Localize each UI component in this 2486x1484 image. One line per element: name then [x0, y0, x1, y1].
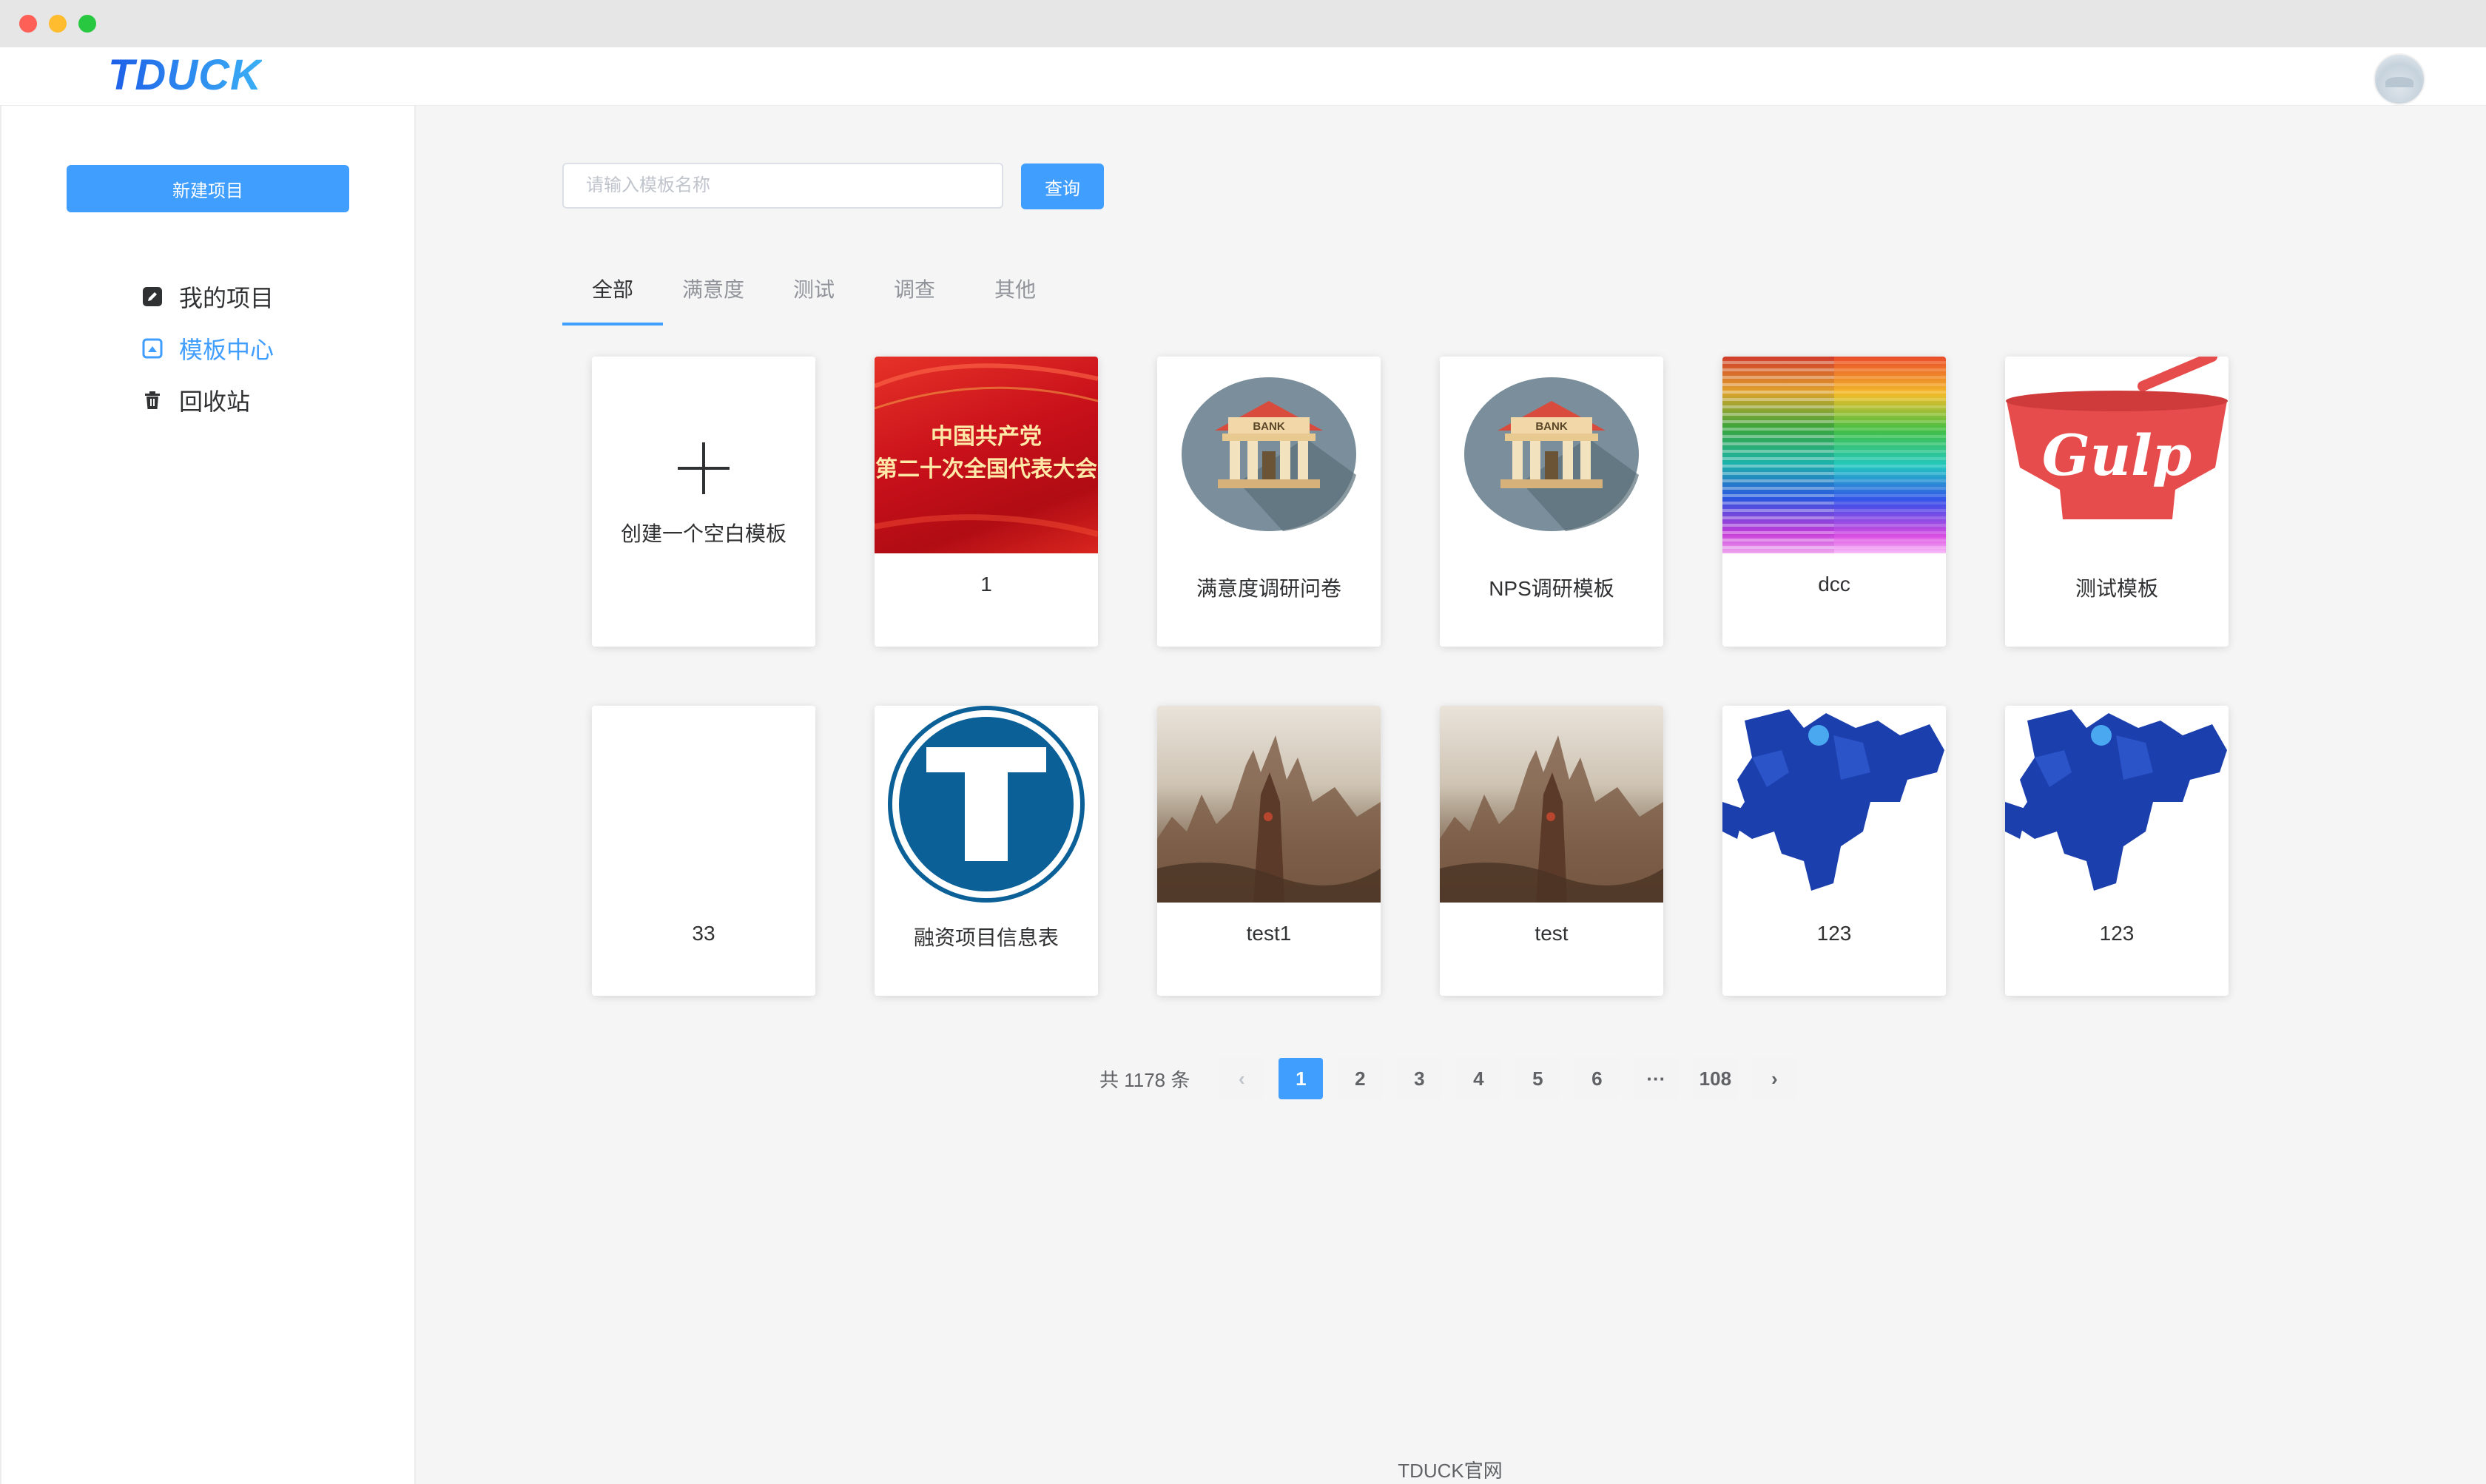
template-card[interactable]: 123 [1722, 706, 1946, 996]
template-card[interactable]: test [1440, 706, 1663, 996]
page-5-button[interactable]: 5 [1515, 1058, 1560, 1099]
create-blank-template-card[interactable]: 创建一个空白模板 [592, 357, 815, 647]
page-3-button[interactable]: 3 [1397, 1058, 1442, 1099]
banner-line-1: 中国共产党 [931, 424, 1042, 450]
card-label: 1 [980, 573, 992, 596]
svg-text:BANK: BANK [1253, 420, 1284, 433]
sidebar-item-label: 回收站 [179, 388, 251, 415]
card-label: NPS调研模板 [1489, 577, 1614, 600]
template-card[interactable]: dcc [1722, 357, 1946, 647]
template-card[interactable]: BANK NPS调研模板 [1440, 357, 1663, 647]
card-label: 123 [1816, 922, 1852, 945]
fantasy-city-image [1157, 706, 1381, 903]
card-label: test1 [1246, 922, 1292, 945]
zoom-window-button[interactable] [78, 15, 96, 33]
user-avatar[interactable] [2374, 53, 2425, 105]
tab-survey[interactable]: 调查 [864, 252, 965, 326]
sidebar: 新建项目 我的项目 模板中心 回收站 [0, 106, 416, 1484]
card-label: 创建一个空白模板 [620, 522, 786, 545]
sidebar-item-my-projects[interactable]: 我的项目 [142, 274, 274, 319]
window-titlebar [0, 0, 2486, 47]
more-pages-button[interactable]: ··· [1634, 1058, 1679, 1099]
new-project-button[interactable]: 新建项目 [67, 165, 349, 212]
blue-region-map-image [1722, 706, 1946, 903]
card-label: 满意度调研问卷 [1196, 577, 1341, 600]
template-card[interactable]: 33 [592, 706, 815, 996]
template-card[interactable]: 融资项目信息表 [875, 706, 1098, 996]
footer-link[interactable]: TDUCK官网 [0, 1456, 2486, 1483]
page-2-button[interactable]: 2 [1338, 1058, 1383, 1099]
page-1-button[interactable]: 1 [1279, 1058, 1324, 1099]
card-label: 123 [2099, 922, 2135, 945]
card-label: 测试模板 [2075, 577, 2158, 600]
trash-icon [142, 390, 163, 411]
template-card[interactable]: test1 [1157, 706, 1381, 996]
sidebar-item-label: 我的项目 [179, 285, 274, 311]
party-congress-banner-image: 中国共产党 第二十次全国代表大会 [875, 357, 1098, 553]
tduck-logo[interactable]: TDUCK [108, 50, 262, 100]
app-header: TDUCK [0, 47, 2486, 106]
plus-icon [678, 442, 730, 494]
category-tabs: 全部 满意度 测试 调查 其他 [562, 252, 1065, 326]
svg-text:BANK: BANK [1535, 420, 1567, 433]
page-6-button[interactable]: 6 [1574, 1058, 1620, 1099]
tab-all[interactable]: 全部 [562, 252, 663, 326]
prev-page-button[interactable]: ‹ [1219, 1058, 1264, 1099]
blue-region-map-image [2005, 706, 2229, 903]
fantasy-city-image [1440, 706, 1663, 903]
search-button[interactable]: 查询 [1021, 163, 1104, 209]
svg-text:Gulp: Gulp [2042, 422, 2192, 488]
letter-t-logo [875, 706, 1098, 903]
next-page-button[interactable]: › [1752, 1058, 1797, 1099]
close-window-button[interactable] [19, 15, 37, 33]
bank-icon: BANK [1440, 357, 1663, 553]
template-search-input[interactable] [562, 163, 1003, 209]
last-page-button[interactable]: 108 [1693, 1058, 1738, 1099]
template-card[interactable]: BANK 满意度调研问卷 [1157, 357, 1381, 647]
pagination-total: 共 1178 条 [1099, 1068, 1190, 1091]
pagination: 共 1178 条 ‹ 1 2 3 4 5 6 ··· 108 › [1099, 1058, 1804, 1099]
card-label: test [1535, 922, 1569, 945]
page-4-button[interactable]: 4 [1456, 1058, 1501, 1099]
tab-other[interactable]: 其他 [965, 252, 1065, 326]
color-spectrum-image [1722, 357, 1946, 553]
bank-icon: BANK [1157, 357, 1381, 553]
sidebar-item-label: 模板中心 [179, 337, 274, 363]
sidebar-item-template-center[interactable]: 模板中心 [142, 326, 274, 371]
card-label: 融资项目信息表 [913, 926, 1059, 949]
template-card[interactable]: 123 [2005, 706, 2229, 996]
minimize-window-button[interactable] [49, 15, 67, 33]
template-card[interactable]: 中国共产党 第二十次全国代表大会 1 [875, 357, 1098, 647]
tab-satisfaction[interactable]: 满意度 [663, 252, 764, 326]
edit-icon [142, 286, 163, 307]
sidebar-item-recycle-bin[interactable]: 回收站 [142, 378, 250, 422]
banner-line-2: 第二十次全国代表大会 [875, 456, 1097, 482]
template-card[interactable]: Gulp 测试模板 [2005, 357, 2229, 647]
card-label: 33 [692, 922, 715, 945]
template-icon [142, 338, 163, 359]
tab-test[interactable]: 测试 [764, 252, 864, 326]
card-label: dcc [1818, 573, 1850, 596]
gulp-cup-logo: Gulp [2005, 357, 2229, 553]
